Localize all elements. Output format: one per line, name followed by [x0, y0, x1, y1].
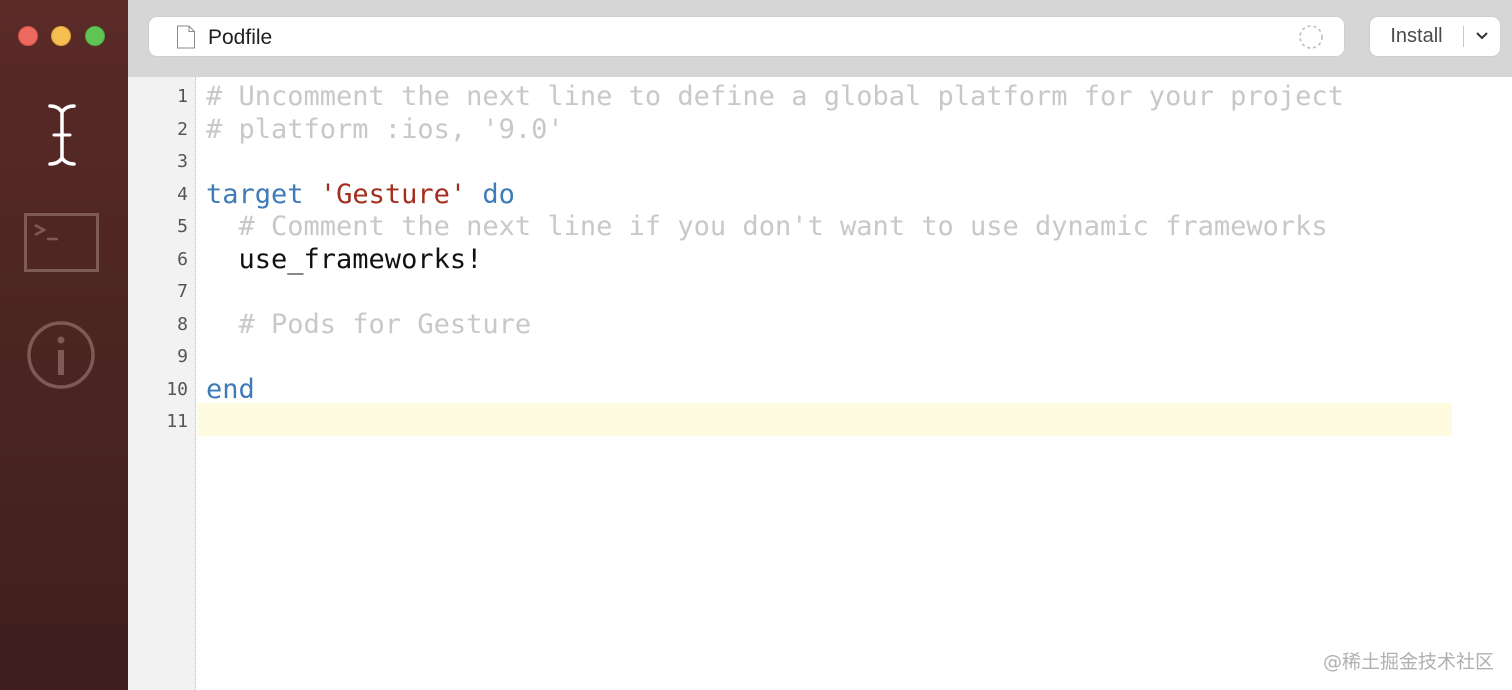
install-options-dropdown[interactable] [1464, 17, 1500, 56]
file-name: Podfile [208, 26, 273, 49]
line-number: 1 [177, 86, 188, 107]
line-number: 10 [166, 378, 188, 400]
toolbar: Podfile Install [128, 0, 1512, 77]
code-token-string: 'Gesture' [319, 178, 467, 210]
line-number: 7 [177, 281, 188, 302]
sidebar [0, 0, 128, 690]
code-line[interactable]: # platform :ios, '9.0' [206, 114, 564, 147]
line-number: 6 [177, 248, 188, 270]
line-number: 2 [177, 118, 188, 140]
info-icon[interactable] [26, 320, 96, 390]
line-number-gutter: 1 2 3 4 5 6 7 8 9 10 11 [128, 77, 196, 690]
code-line[interactable]: # Pods for Gesture [206, 308, 532, 342]
maximize-window-button[interactable] [85, 26, 105, 46]
line-number: 8 [177, 313, 188, 335]
code-token-plain: use_frameworks! [206, 243, 483, 275]
code-token-comment: # Uncomment the next line to define a gl… [206, 81, 1344, 112]
close-window-button[interactable] [18, 26, 38, 46]
code-line[interactable]: # Comment the next line if you don't wan… [206, 211, 1328, 244]
code-token-keyword: end [206, 373, 255, 405]
file-path-field[interactable]: Podfile [149, 17, 1344, 56]
line-number: 4 [177, 183, 188, 205]
line-number: 3 [177, 151, 188, 172]
code-line[interactable]: end [206, 374, 255, 407]
code-line[interactable]: # Uncomment the next line to define a gl… [206, 81, 1344, 114]
watermark: @稀土掘金技术社区 [1322, 651, 1494, 673]
code-token-keyword: do [482, 178, 515, 210]
minimize-window-button[interactable] [51, 26, 71, 46]
loading-spinner-icon [1299, 25, 1323, 49]
code-line[interactable]: target 'Gesture' do [206, 179, 515, 212]
code-token-keyword: target [206, 178, 304, 210]
code-token-comment: # Comment the next line if you don't wan… [238, 211, 1328, 242]
line-number: 5 [177, 216, 188, 237]
code-token-comment: # platform :ios, '9.0' [206, 113, 564, 145]
chevron-down-icon [1476, 32, 1488, 40]
line-number: 9 [177, 346, 188, 367]
line-number: 11 [166, 411, 188, 432]
code-editor[interactable]: 1 2 3 4 5 6 7 8 9 10 11 # Uncomment the next line … [128, 77, 1512, 690]
terminal-icon[interactable] [24, 213, 99, 272]
install-button-group: Install [1370, 17, 1500, 56]
install-button[interactable]: Install [1370, 17, 1463, 56]
code-line[interactable]: use_frameworks! [206, 243, 483, 277]
current-line-highlight [197, 403, 1452, 436]
document-icon [177, 25, 195, 49]
text-cursor-icon[interactable] [44, 100, 80, 170]
code-token-comment: # Pods for Gesture [238, 308, 532, 340]
